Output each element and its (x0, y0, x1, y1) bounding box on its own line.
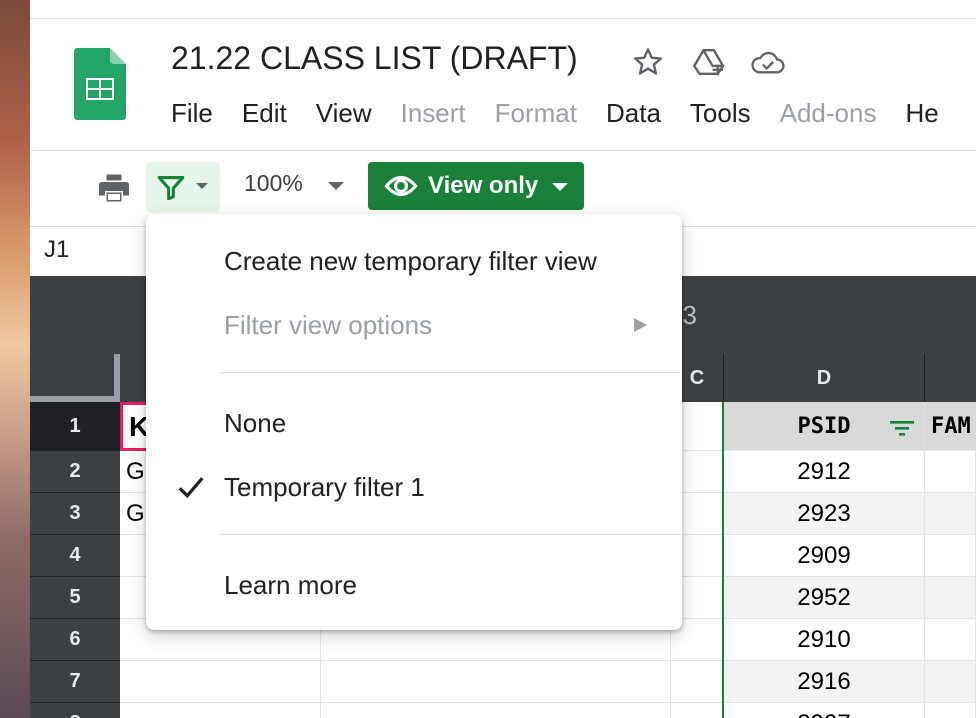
row-header-5[interactable]: 5 (30, 577, 120, 619)
frozen-column-divider (722, 402, 724, 718)
column-header-d[interactable]: D (724, 354, 925, 402)
row-header-2[interactable]: 2 (30, 451, 120, 493)
menu-item-filter-view-options[interactable]: Filter view options (224, 310, 432, 341)
menu-data[interactable]: Data (606, 98, 661, 134)
menu-item-none[interactable]: None (224, 408, 286, 439)
view-only-label: View only (428, 172, 539, 199)
filter-views-button[interactable] (146, 162, 220, 212)
menu-add-ons[interactable]: Add-ons (780, 98, 877, 134)
sheets-window: 21.22 CLASS LIST (DRAFT) File Edit View … (30, 0, 976, 718)
select-all-corner[interactable] (30, 354, 120, 402)
desktop-background (0, 0, 30, 718)
chevron-down-icon (196, 183, 208, 189)
cell-c7[interactable] (671, 661, 724, 703)
menu-help[interactable]: He (905, 98, 938, 134)
view-only-button[interactable]: View only (368, 162, 584, 210)
name-box[interactable]: J1 (44, 236, 69, 264)
cell-e4[interactable] (925, 535, 976, 577)
star-icon[interactable] (630, 44, 666, 80)
filter-views-menu: Create new temporary filter view Filter … (146, 214, 682, 630)
row-header-3[interactable]: 3 (30, 493, 120, 535)
menu-view[interactable]: View (316, 98, 372, 134)
menu-divider (30, 150, 976, 151)
window-top-border (30, 18, 976, 19)
cell-c8[interactable] (671, 703, 724, 718)
menu-tools[interactable]: Tools (690, 98, 751, 134)
google-sheets-logo-icon[interactable] (74, 48, 126, 120)
cell-e2[interactable] (925, 451, 976, 493)
psid-cell[interactable]: 2916 (724, 661, 925, 703)
document-title[interactable]: 21.22 CLASS LIST (DRAFT) (171, 40, 578, 77)
zoom-chevron-down-icon[interactable] (328, 182, 344, 190)
cloud-saved-icon[interactable] (750, 44, 786, 80)
row-header-7[interactable]: 7 (30, 661, 120, 703)
cell-e5[interactable] (925, 577, 976, 619)
move-to-drive-icon[interactable] (692, 44, 728, 80)
menu-item-create-temporary-filter-view[interactable]: Create new temporary filter view (224, 246, 597, 277)
fam-header-cell[interactable]: FAM (925, 402, 976, 451)
filter-list-icon[interactable] (890, 420, 914, 436)
row-header-4[interactable]: 4 (30, 535, 120, 577)
menu-file[interactable]: File (171, 98, 213, 134)
view-only-chevron-down-icon (552, 183, 568, 191)
menu-format[interactable]: Format (495, 98, 577, 134)
psid-cell[interactable]: 2912 (724, 451, 925, 493)
eye-icon (384, 175, 418, 197)
psid-header-cell[interactable]: PSID (724, 402, 925, 451)
row-header-6[interactable]: 6 (30, 619, 120, 661)
filter-icon (157, 176, 185, 200)
row-header-1[interactable]: 1 (30, 402, 120, 451)
cell-b7[interactable] (120, 661, 321, 703)
cell-mid7[interactable] (321, 661, 671, 703)
submenu-arrow-icon (634, 318, 647, 332)
psid-cell[interactable]: 2952 (724, 577, 925, 619)
psid-cell[interactable]: 2923 (724, 493, 925, 535)
psid-cell[interactable]: 2910 (724, 619, 925, 661)
menu-edit[interactable]: Edit (242, 98, 287, 134)
cell-e7[interactable] (925, 661, 976, 703)
menu-item-temporary-filter-1[interactable]: Temporary filter 1 (224, 472, 425, 503)
menu-separator (220, 372, 680, 373)
print-icon[interactable] (96, 170, 132, 206)
checkmark-icon (178, 477, 204, 499)
cell-e6[interactable] (925, 619, 976, 661)
menu-separator (220, 534, 680, 535)
menu-bar: File Edit View Insert Format Data Tools … (171, 98, 968, 134)
psid-cell[interactable]: 2907 (724, 703, 925, 718)
zoom-select[interactable]: 100% (244, 170, 303, 197)
cell-b8[interactable] (120, 703, 321, 718)
psid-cell[interactable]: 2909 (724, 535, 925, 577)
cell-e3[interactable] (925, 493, 976, 535)
psid-header-label: PSID (797, 413, 851, 439)
row-header-8[interactable]: 8 (30, 703, 120, 718)
cell-e8[interactable] (925, 703, 976, 718)
column-header-e[interactable] (925, 354, 976, 402)
menu-item-learn-more[interactable]: Learn more (224, 570, 357, 601)
cell-mid8[interactable] (321, 703, 671, 718)
menu-insert[interactable]: Insert (401, 98, 466, 134)
